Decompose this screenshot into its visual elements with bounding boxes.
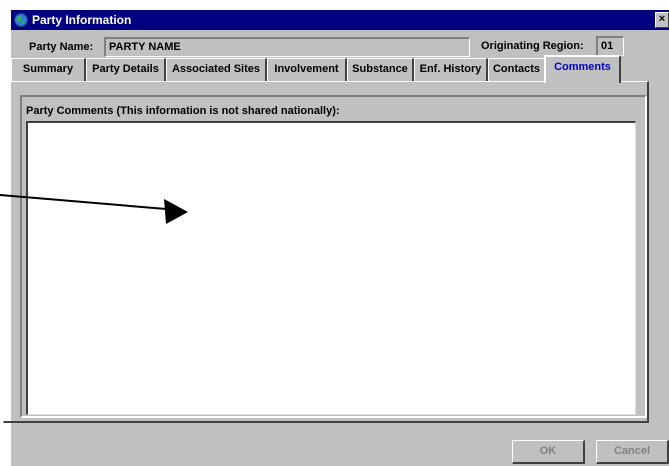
party-name-label: Party Name: <box>29 41 94 53</box>
tab-summary[interactable]: Summary <box>11 58 86 82</box>
party-name-field[interactable]: PARTY NAME <box>104 37 470 57</box>
window-title: Party Information <box>32 13 132 27</box>
tab-associated-sites[interactable]: Associated Sites <box>166 58 267 82</box>
party-comments-textarea[interactable] <box>26 121 636 415</box>
originating-region-field[interactable]: 01 <box>596 36 624 56</box>
close-button[interactable]: × <box>655 12 669 28</box>
tab-involvement[interactable]: Involvement <box>267 58 347 82</box>
tab-enf-history[interactable]: Enf. History <box>414 58 488 82</box>
title-bar[interactable]: Party Information × <box>11 10 669 30</box>
globe-icon <box>13 12 29 28</box>
party-comments-label: Party Comments (This information is not … <box>26 105 340 117</box>
originating-region-label: Originating Region: <box>481 40 584 52</box>
tab-party-details[interactable]: Party Details <box>86 58 166 82</box>
cancel-button[interactable]: Cancel <box>596 440 669 464</box>
tab-contacts[interactable]: Contacts <box>488 58 546 82</box>
tab-substance[interactable]: Substance <box>347 58 414 82</box>
ok-button[interactable]: OK <box>512 440 585 464</box>
tab-comments[interactable]: Comments <box>544 55 621 83</box>
